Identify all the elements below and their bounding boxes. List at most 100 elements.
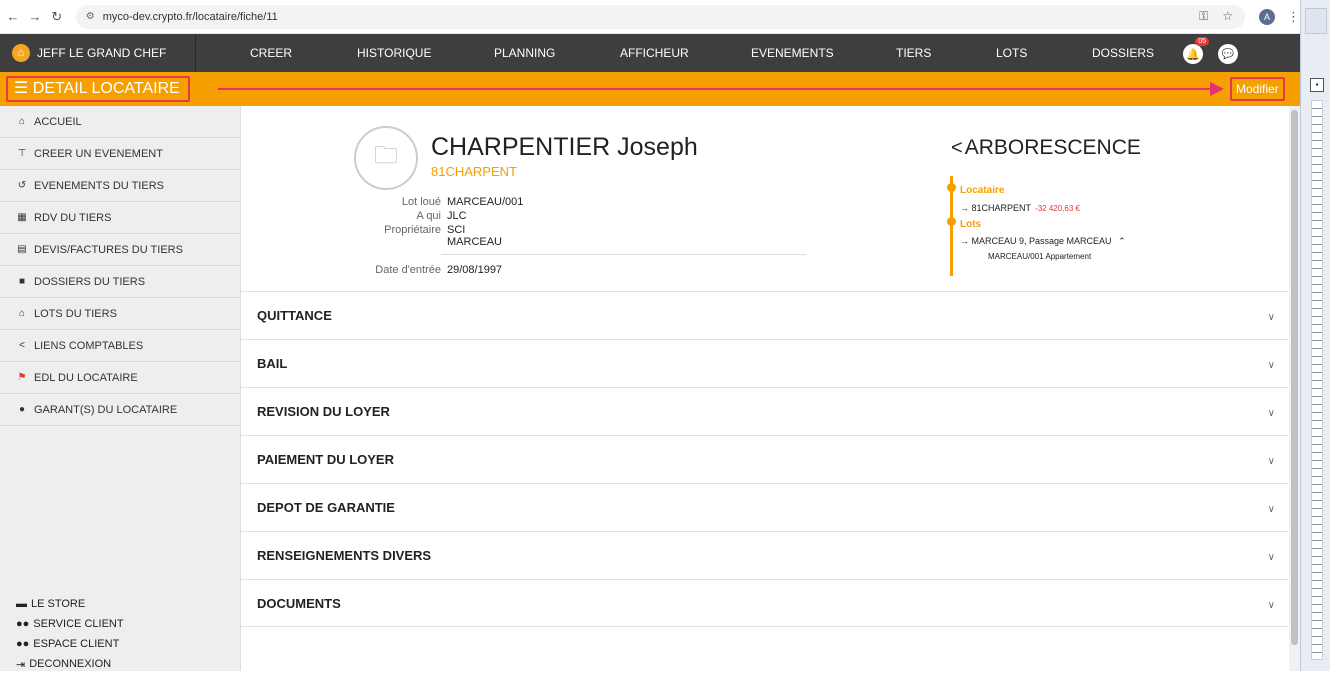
info-value: SCI MARCEAU	[447, 224, 503, 248]
page-header-bar: ☰ DETAIL LOCATAIRE Modifier	[0, 72, 1300, 106]
sidebar-item-accueil[interactable]: ⌂ ACCUEIL	[0, 106, 240, 138]
modify-button[interactable]: Modifier	[1230, 77, 1285, 101]
chat-icon[interactable]: 💬	[1218, 44, 1238, 64]
sidebar-link-service-client[interactable]: ●● SERVICE CLIENT	[16, 614, 124, 634]
content-scrollbar[interactable]	[1289, 106, 1300, 671]
info-label: Date d'entrée	[375, 264, 441, 276]
tree-title-text: ARBORESCENCE	[964, 136, 1141, 159]
sidebar-item-edl-locataire[interactable]: ⚑ EDL DU LOCATAIRE	[0, 362, 240, 394]
back-icon[interactable]: ←	[4, 9, 22, 24]
nav-afficheur[interactable]: AFFICHEUR	[620, 34, 689, 72]
sidebar-link-label: ESPACE CLIENT	[33, 638, 120, 650]
sidebar-item-label: DOSSIERS DU TIERS	[34, 275, 146, 288]
sidebar-item-label: LOTS DU TIERS	[34, 307, 117, 320]
nav-planning[interactable]: PLANNING	[494, 34, 555, 72]
chevron-down-icon[interactable]: ∨	[1268, 456, 1275, 467]
panel-toggle-icon[interactable]: ▪	[1310, 78, 1324, 92]
section-label: RENSEIGNEMENTS DIVERS	[257, 548, 432, 563]
tree-lot-entry[interactable]: → MARCEAU 9, Passage MARCEAU ⌃	[960, 236, 1126, 247]
edl-icon: ⚑	[17, 372, 27, 383]
key-icon[interactable]: ⚿	[1199, 9, 1208, 24]
nav-lots[interactable]: LOTS	[996, 34, 1027, 72]
share-icon: <	[951, 136, 963, 159]
calendar-icon: ▦	[17, 212, 27, 223]
sidebar-item-dossiers-tiers[interactable]: ■ DOSSIERS DU TIERS	[0, 266, 240, 298]
site-settings-icon[interactable]: ⚙	[86, 11, 95, 22]
chevron-down-icon[interactable]: ∨	[1268, 600, 1275, 611]
tenant-code: 81CHARPENT	[431, 164, 517, 179]
section-label: PAIEMENT DU LOYER	[257, 452, 394, 467]
section-label: DOCUMENTS	[257, 596, 341, 611]
tree-heading-locataire: Locataire	[960, 185, 1005, 196]
browser-menu-icon[interactable]: ⋮	[1287, 9, 1300, 25]
history-icon: ↺	[17, 180, 27, 191]
main-content: 🗀 CHARPENTIER Joseph 81CHARPENT Lot loué…	[241, 106, 1289, 671]
section-bail[interactable]: BAIL ∨	[241, 339, 1289, 387]
chevron-down-icon[interactable]: ∨	[1268, 408, 1275, 419]
sidebar-link-label: DECONNEXION	[29, 658, 112, 670]
tree-heading-lots: Lots	[960, 219, 982, 230]
reload-icon[interactable]: ↻	[48, 9, 66, 25]
side-ruler-panel: ▪	[1300, 0, 1330, 671]
address-bar[interactable]: ⚙ myco-dev.crypto.fr/locataire/fiche/11 …	[75, 4, 1246, 29]
sidebar-link-store[interactable]: ▬ LE STORE	[16, 594, 124, 614]
sidebar-item-devis-factures[interactable]: ▤ DEVIS/FACTURES DU TIERS	[0, 234, 240, 266]
sidebar-item-label: RDV DU TIERS	[34, 211, 112, 224]
sidebar-item-label: DEVIS/FACTURES DU TIERS	[34, 243, 183, 256]
brand[interactable]: ⌂ JEFF LE GRAND CHEF	[0, 34, 196, 72]
hamburger-icon[interactable]: ☰	[14, 80, 28, 97]
building-icon: ⌂	[18, 308, 26, 319]
sidebar-item-garants[interactable]: ● GARANT(S) DU LOCATAIRE	[0, 394, 240, 426]
scrollbar-thumb[interactable]	[1291, 110, 1298, 645]
sidebar-bottom-links: ▬ LE STORE ●● SERVICE CLIENT ●● ESPACE C…	[16, 594, 124, 674]
sidebar-item-label: GARANT(S) DU LOCATAIRE	[34, 403, 178, 416]
sidebar-item-rdv-tiers[interactable]: ▦ RDV DU TIERS	[0, 202, 240, 234]
sidebar-item-evenements-tiers[interactable]: ↺ EVENEMENTS DU TIERS	[0, 170, 240, 202]
chevron-down-icon[interactable]: ∨	[1268, 504, 1275, 515]
store-icon: ▬	[16, 598, 27, 610]
tree-tenant-entry[interactable]: → 81CHARPENT -32 420,63 €	[960, 203, 1080, 213]
page-title[interactable]: ☰ DETAIL LOCATAIRE	[6, 76, 190, 102]
sidebar-item-liens-comptables[interactable]: < LIENS COMPTABLES	[0, 330, 240, 362]
arrow-right-icon: →	[960, 203, 969, 213]
sidebar-item-label: ACCUEIL	[34, 115, 82, 128]
tree-lot-address: MARCEAU 9, Passage MARCEAU	[971, 236, 1112, 246]
chevron-up-icon[interactable]: ⌃	[1118, 236, 1126, 246]
invoice-icon: ▤	[17, 244, 27, 255]
folder-avatar-icon: 🗀	[354, 126, 418, 190]
section-quittance[interactable]: QUITTANCE ∨	[241, 291, 1289, 339]
home-logo-icon: ⌂	[12, 44, 30, 62]
sidebar-item-lots-tiers[interactable]: ⌂ LOTS DU TIERS	[0, 298, 240, 330]
section-revision-loyer[interactable]: REVISION DU LOYER ∨	[241, 387, 1289, 435]
sidebar-link-espace-client[interactable]: ●● ESPACE CLIENT	[16, 634, 124, 654]
profile-avatar[interactable]: A	[1259, 8, 1275, 25]
section-paiement-loyer[interactable]: PAIEMENT DU LOYER ∨	[241, 435, 1289, 483]
sidebar-item-creer-evenement[interactable]: ⊤ CREER UN EVENEMENT	[0, 138, 240, 170]
sidebar-item-label: EVENEMENTS DU TIERS	[34, 179, 164, 192]
nav-evenements[interactable]: EVENEMENTS	[751, 34, 834, 72]
section-documents[interactable]: DOCUMENTS ∨	[241, 579, 1289, 627]
page-title-text: DETAIL LOCATAIRE	[32, 80, 180, 97]
sidebar-link-deconnexion[interactable]: ⇥ DECONNEXION	[16, 654, 124, 674]
section-depot-garantie[interactable]: DEPOT DE GARANTIE ∨	[241, 483, 1289, 531]
tree-lot-sub[interactable]: MARCEAU/001 Appartement	[988, 252, 1091, 261]
bookmark-star-icon[interactable]: ☆	[1222, 9, 1233, 24]
info-value: MARCEAU/001	[447, 196, 524, 208]
chevron-down-icon[interactable]: ∨	[1268, 312, 1275, 323]
chevron-down-icon[interactable]: ∨	[1268, 552, 1275, 563]
annotation-arrow-line	[218, 88, 1218, 90]
nav-dossiers[interactable]: DOSSIERS	[1092, 34, 1154, 72]
forward-icon[interactable]: →	[26, 9, 44, 24]
sidebar-item-label: LIENS COMPTABLES	[34, 339, 144, 352]
sidebar: ⌂ ACCUEIL ⊤ CREER UN EVENEMENT ↺ EVENEME…	[0, 106, 241, 671]
chevron-down-icon[interactable]: ∨	[1268, 360, 1275, 371]
nav-creer[interactable]: CREER	[250, 34, 292, 72]
notifications-bell-icon[interactable]: 🔔 05	[1183, 37, 1209, 64]
section-renseignements-divers[interactable]: RENSEIGNEMENTS DIVERS ∨	[241, 531, 1289, 579]
nav-tiers[interactable]: TIERS	[896, 34, 931, 72]
sidebar-item-label: CREER UN EVENEMENT	[34, 147, 163, 160]
nav-historique[interactable]: HISTORIQUE	[357, 34, 431, 72]
section-label: REVISION DU LOYER	[257, 404, 390, 419]
users-icon: ●●	[16, 618, 30, 630]
sidebar-item-label: EDL DU LOCATAIRE	[34, 371, 138, 384]
